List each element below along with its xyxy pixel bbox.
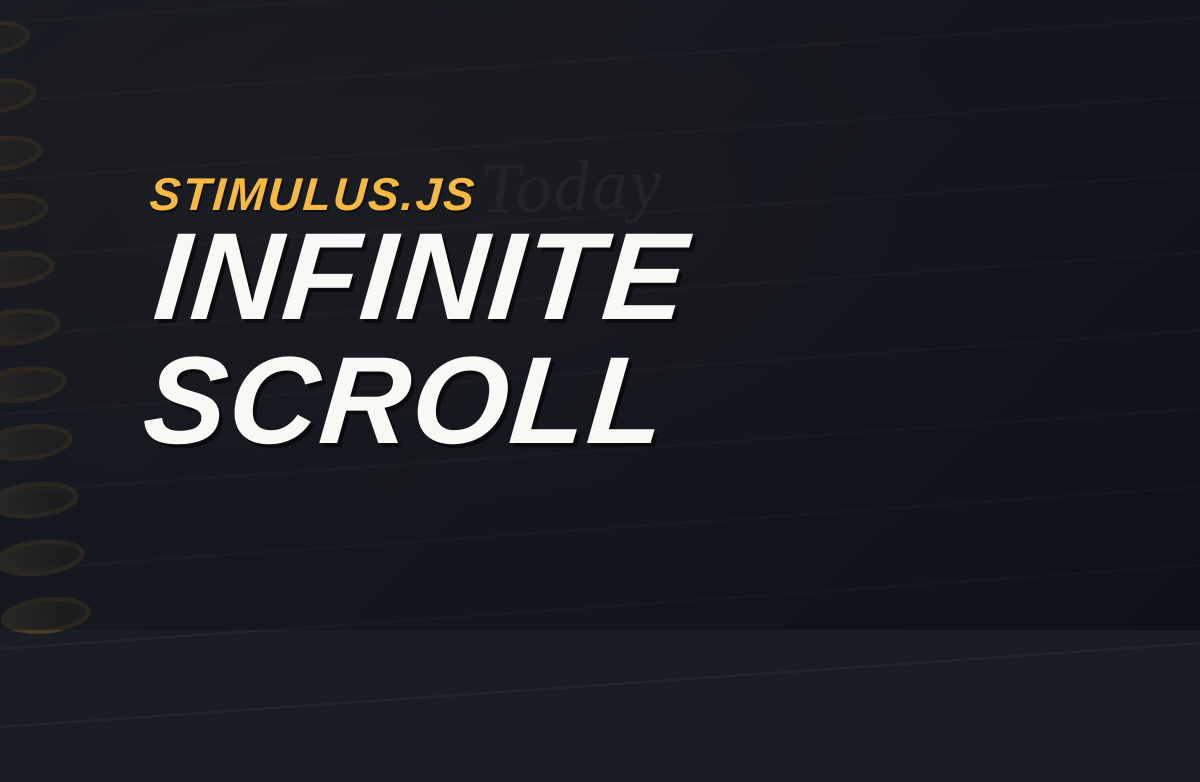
hero-title: INFINITE SCROLL: [139, 215, 1200, 463]
hero-content: STIMULUS.JS INFINITE SCROLL: [0, 0, 1200, 630]
